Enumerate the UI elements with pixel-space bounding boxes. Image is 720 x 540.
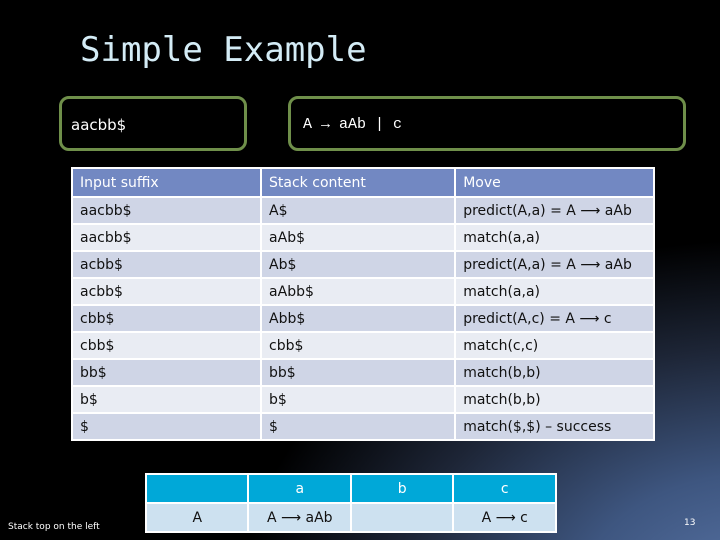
parse-table-header-row: a b c <box>144 473 557 504</box>
grammar-box: A → aAb | c <box>288 96 686 151</box>
cell-stack-content: b$ <box>260 385 457 414</box>
parse-header-c: c <box>452 473 557 504</box>
page-number: 13 <box>684 518 696 528</box>
table-row: b$ b$ match(b,b) <box>70 385 655 414</box>
cell-input-suffix: b$ <box>70 385 263 414</box>
cell-input-suffix: acbb$ <box>70 277 263 306</box>
cell-input-suffix: cbb$ <box>70 304 263 333</box>
parse-table: a b c A A ⟶ aAb A ⟶ c <box>144 473 557 533</box>
parse-cell-a: A ⟶ aAb <box>247 502 353 533</box>
input-string: aacbb$ <box>71 116 127 134</box>
cell-input-suffix: aacbb$ <box>70 223 263 252</box>
input-string-box: aacbb$ <box>59 96 247 151</box>
footnote: Stack top on the left <box>8 522 100 532</box>
parse-table-row: A A ⟶ aAb A ⟶ c <box>144 502 557 533</box>
cell-move: match(c,c) <box>454 331 655 360</box>
cell-move: predict(A,a) = A ⟶ aAb <box>454 196 655 225</box>
grammar-rule: A → aAb | c <box>303 116 403 133</box>
cell-move: match(a,a) <box>454 223 655 252</box>
trace-table-header-row: Input suffix Stack content Move <box>70 167 655 198</box>
cell-input-suffix: aacbb$ <box>70 196 263 225</box>
table-row: $ $ match($,$) – success <box>70 412 655 441</box>
parse-header-a: a <box>247 473 353 504</box>
table-row: bb$ bb$ match(b,b) <box>70 358 655 387</box>
cell-stack-content: aAb$ <box>260 223 457 252</box>
cell-input-suffix: cbb$ <box>70 331 263 360</box>
cell-stack-content: A$ <box>260 196 457 225</box>
cell-move: match(a,a) <box>454 277 655 306</box>
cell-move: match(b,b) <box>454 385 655 414</box>
table-row: acbb$ aAbb$ match(a,a) <box>70 277 655 306</box>
cell-stack-content: $ <box>260 412 457 441</box>
cell-move: match(b,b) <box>454 358 655 387</box>
cell-stack-content: bb$ <box>260 358 457 387</box>
trace-table: Input suffix Stack content Move aacbb$ A$… <box>70 167 655 441</box>
cell-input-suffix: acbb$ <box>70 250 263 279</box>
table-row: aacbb$ A$ predict(A,a) = A ⟶ aAb <box>70 196 655 225</box>
cell-move: match($,$) – success <box>454 412 655 441</box>
header-move: Move <box>454 167 655 198</box>
parse-header-corner <box>144 473 250 504</box>
parse-header-b: b <box>350 473 455 504</box>
cell-move: predict(A,a) = A ⟶ aAb <box>454 250 655 279</box>
cell-input-suffix: $ <box>70 412 263 441</box>
parse-cell-c: A ⟶ c <box>452 502 557 533</box>
parse-cell-b <box>350 502 455 533</box>
cell-stack-content: Ab$ <box>260 250 457 279</box>
slide-title: Simple Example <box>80 30 367 70</box>
table-row: cbb$ cbb$ match(c,c) <box>70 331 655 360</box>
cell-stack-content: cbb$ <box>260 331 457 360</box>
header-stack-content: Stack content <box>260 167 457 198</box>
table-row: acbb$ Ab$ predict(A,a) = A ⟶ aAb <box>70 250 655 279</box>
cell-stack-content: Abb$ <box>260 304 457 333</box>
table-row: aacbb$ aAb$ match(a,a) <box>70 223 655 252</box>
parse-nonterminal: A <box>144 502 250 533</box>
cell-input-suffix: bb$ <box>70 358 263 387</box>
header-input-suffix: Input suffix <box>70 167 263 198</box>
table-row: cbb$ Abb$ predict(A,c) = A ⟶ c <box>70 304 655 333</box>
cell-stack-content: aAbb$ <box>260 277 457 306</box>
cell-move: predict(A,c) = A ⟶ c <box>454 304 655 333</box>
